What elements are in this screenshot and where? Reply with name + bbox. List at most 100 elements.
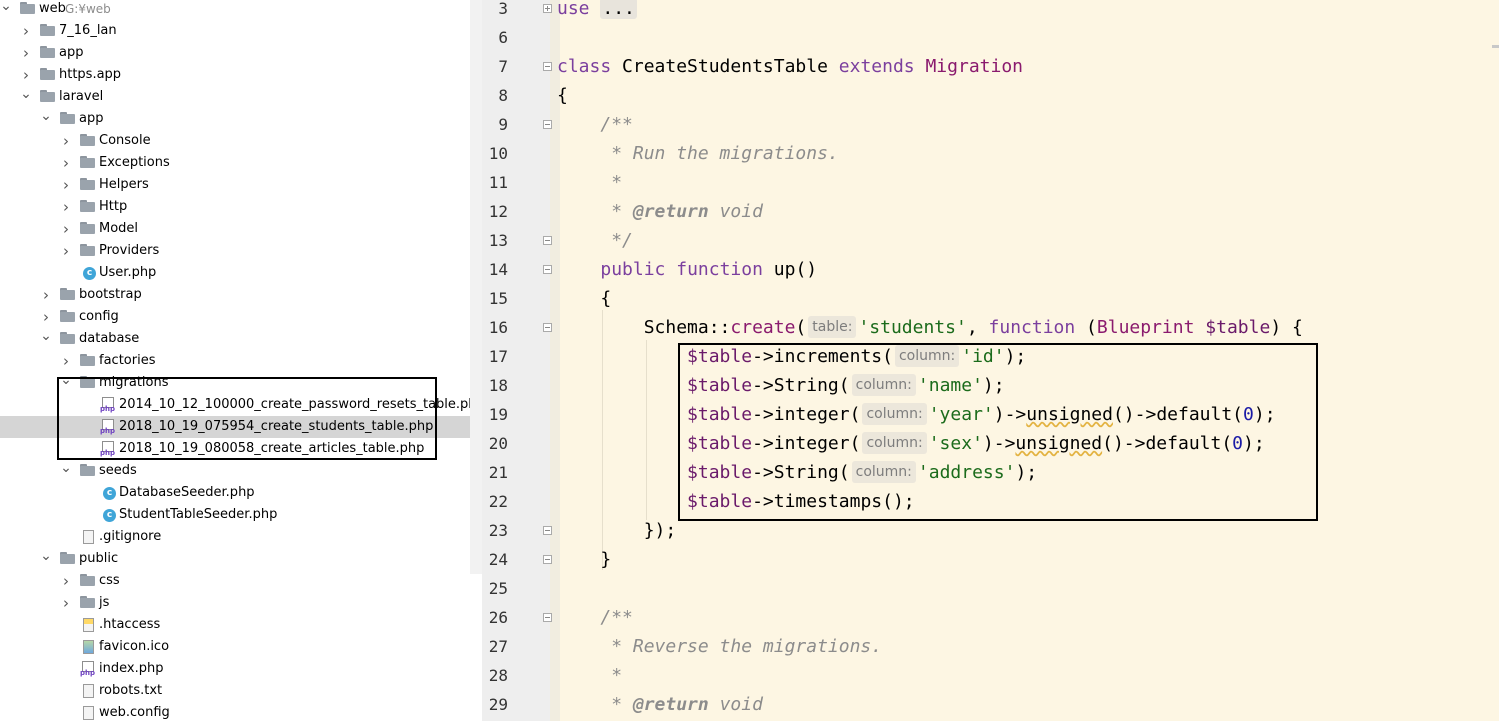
tree-row[interactable]: ⌄ laravel bbox=[0, 86, 470, 108]
line-number: 11 bbox=[488, 173, 508, 192]
tree-row[interactable]: › Http bbox=[0, 196, 470, 218]
code-token: { bbox=[557, 85, 568, 106]
line-number: 10 bbox=[488, 144, 508, 163]
tree-row[interactable]: › Helpers bbox=[0, 174, 470, 196]
tree-row[interactable]: › Exceptions bbox=[0, 152, 470, 174]
code-token: void bbox=[708, 201, 763, 222]
tree-row[interactable]: .htaccess bbox=[0, 614, 470, 636]
code-editor[interactable]: 3 6 7 8 9 10 11 12 13 14 15 16 17 18 19 20 21 22 23 24 25 26 2… bbox=[482, 0, 1499, 721]
fold-collapse-icon[interactable] bbox=[543, 265, 552, 274]
tree-row[interactable]: › factories bbox=[0, 350, 470, 372]
code-token: ... bbox=[600, 0, 637, 19]
tree-row[interactable]: ⌄ database bbox=[0, 328, 470, 350]
tree-row[interactable]: c User.php bbox=[0, 262, 470, 284]
tree-row[interactable]: ⌄ seeds bbox=[0, 460, 470, 482]
tree-row[interactable]: robots.txt bbox=[0, 680, 470, 702]
config-file-icon bbox=[83, 618, 94, 632]
code-token: /** bbox=[600, 114, 633, 135]
fold-expand-icon[interactable] bbox=[543, 4, 552, 13]
tree-row[interactable]: › css bbox=[0, 570, 470, 592]
chevron-down-icon[interactable]: ⌄ bbox=[60, 460, 72, 482]
tree-row[interactable]: › config bbox=[0, 306, 470, 328]
folder-icon bbox=[80, 574, 96, 587]
chevron-right-icon[interactable]: › bbox=[60, 218, 72, 240]
tree-row[interactable]: › Model bbox=[0, 218, 470, 240]
tree-item-label: bootstrap bbox=[79, 287, 142, 302]
tree-row[interactable]: › 7_16_lan bbox=[0, 20, 470, 42]
chevron-down-icon[interactable]: ⌄ bbox=[20, 86, 32, 108]
line-number: 7 bbox=[498, 57, 508, 76]
chevron-right-icon[interactable]: › bbox=[60, 570, 72, 592]
tree-item-path: G:¥web bbox=[65, 2, 111, 16]
tree-row[interactable]: › Console bbox=[0, 130, 470, 152]
tree-row[interactable]: ⌄ public bbox=[0, 548, 470, 570]
tree-row[interactable]: › https.app bbox=[0, 64, 470, 86]
php-class-icon: c bbox=[103, 508, 116, 522]
tree-item-label: Console bbox=[99, 133, 151, 148]
code-token: @return bbox=[632, 694, 709, 715]
chevron-right-icon[interactable]: › bbox=[40, 284, 52, 306]
project-tree: ⌄ web G:¥web › 7_16_lan › app › https.app ⌄ larave… bbox=[0, 0, 482, 721]
line-number: 18 bbox=[488, 376, 508, 395]
chevron-down-icon[interactable]: ⌄ bbox=[40, 548, 52, 570]
fold-collapse-icon[interactable] bbox=[543, 323, 552, 332]
tree-row[interactable]: web.config bbox=[0, 702, 470, 721]
fold-collapse-icon[interactable] bbox=[543, 62, 552, 71]
chevron-right-icon[interactable]: › bbox=[40, 306, 52, 328]
code-line: * @return void bbox=[557, 690, 763, 719]
tree-item-label: laravel bbox=[59, 89, 104, 104]
text-file-icon bbox=[83, 706, 94, 720]
chevron-right-icon[interactable]: › bbox=[60, 592, 72, 614]
code-line: /** bbox=[557, 603, 633, 632]
tree-row[interactable]: › js bbox=[0, 592, 470, 614]
line-number: 3 bbox=[498, 0, 508, 18]
chevron-right-icon[interactable]: › bbox=[20, 64, 32, 86]
tree-row[interactable]: php index.php bbox=[0, 658, 470, 680]
chevron-right-icon[interactable]: › bbox=[60, 240, 72, 262]
fold-collapse-icon[interactable] bbox=[543, 555, 552, 564]
fold-collapse-icon[interactable] bbox=[543, 613, 552, 622]
code-token: 'students' bbox=[858, 317, 967, 338]
tree-row[interactable]: favicon.ico bbox=[0, 636, 470, 658]
tree-item-label: Model bbox=[99, 221, 139, 236]
tree-row[interactable]: .gitignore bbox=[0, 526, 470, 548]
tree-row[interactable]: ⌄ app bbox=[0, 108, 470, 130]
tree-item-label: User.php bbox=[99, 265, 157, 280]
chevron-down-icon[interactable]: ⌄ bbox=[40, 328, 52, 350]
tree-row[interactable]: c StudentTableSeeder.php bbox=[0, 504, 470, 526]
tree-row[interactable]: c DatabaseSeeder.php bbox=[0, 482, 470, 504]
chevron-right-icon[interactable]: › bbox=[20, 20, 32, 42]
tree-row[interactable]: › app bbox=[0, 42, 470, 64]
chevron-right-icon[interactable]: › bbox=[60, 174, 72, 196]
tree-scrollbar[interactable] bbox=[470, 0, 482, 574]
code-token: extends bbox=[838, 56, 915, 77]
image-file-icon bbox=[83, 640, 94, 654]
chevron-right-icon[interactable]: › bbox=[60, 130, 72, 152]
chevron-right-icon[interactable]: › bbox=[60, 196, 72, 218]
folder-icon bbox=[40, 90, 56, 103]
folder-icon bbox=[80, 178, 96, 191]
line-number: 26 bbox=[488, 608, 508, 627]
fold-collapse-icon[interactable] bbox=[543, 120, 552, 129]
line-number: 27 bbox=[488, 637, 508, 656]
tree-row[interactable]: › bootstrap bbox=[0, 284, 470, 306]
chevron-down-icon[interactable]: ⌄ bbox=[40, 108, 52, 130]
tree-row[interactable]: ⌄ web G:¥web bbox=[0, 0, 470, 20]
folder-icon bbox=[60, 310, 76, 323]
chevron-right-icon[interactable]: › bbox=[60, 152, 72, 174]
tree-row[interactable]: › Providers bbox=[0, 240, 470, 262]
chevron-right-icon[interactable]: › bbox=[20, 42, 32, 64]
fold-collapse-icon[interactable] bbox=[543, 236, 552, 245]
fold-collapse-icon[interactable] bbox=[543, 526, 552, 535]
tree-item-label: robots.txt bbox=[99, 683, 163, 698]
chevron-right-icon[interactable]: › bbox=[60, 350, 72, 372]
chevron-down-icon[interactable]: ⌄ bbox=[0, 0, 12, 20]
